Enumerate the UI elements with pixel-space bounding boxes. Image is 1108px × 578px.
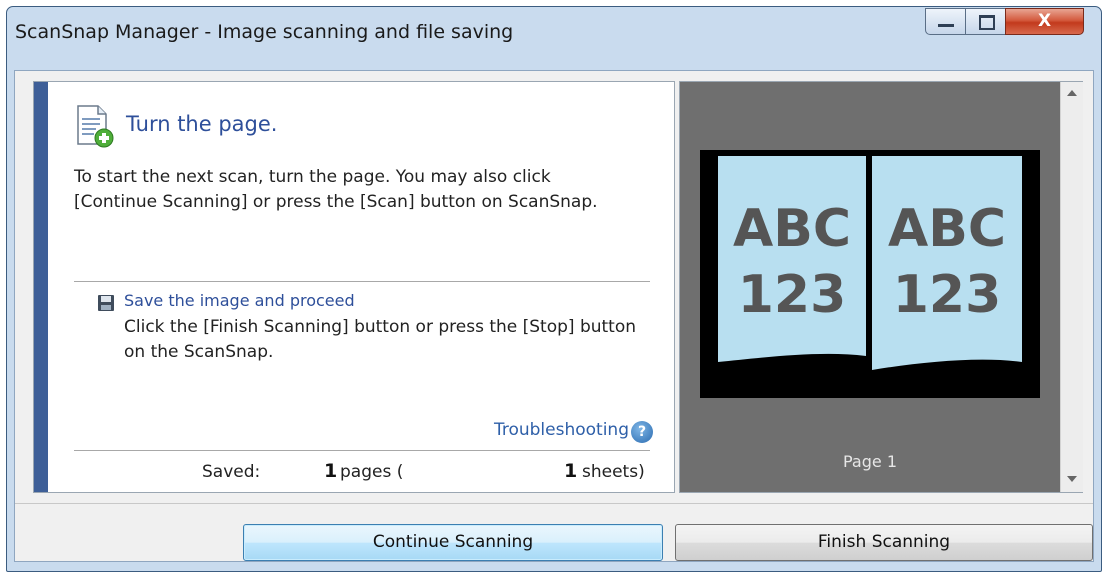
sheets-label: sheets) xyxy=(582,462,645,482)
preview-panel: ABC 123 ABC 123 Page 1 xyxy=(679,81,1083,493)
troubleshooting-link[interactable]: Troubleshooting xyxy=(454,420,629,440)
preview-scrollbar[interactable] xyxy=(1060,82,1083,492)
preview-image-area: ABC 123 ABC 123 Page 1 xyxy=(680,82,1060,492)
title-bar[interactable]: ScanSnap Manager - Image scanning and fi… xyxy=(7,7,1101,69)
window-title: ScanSnap Manager - Image scanning and fi… xyxy=(15,21,514,43)
help-icon[interactable]: ? xyxy=(631,421,653,443)
right-page-line-2: 123 xyxy=(893,265,1002,325)
saved-label: Saved: xyxy=(202,462,261,482)
floppy-disk-icon xyxy=(98,295,114,311)
save-section-title: Save the image and proceed xyxy=(124,291,355,310)
instruction-text: To start the next scan, turn the page. Y… xyxy=(74,167,598,212)
left-page-line-1: ABC xyxy=(733,199,851,259)
close-icon: X xyxy=(1037,11,1052,31)
page-number-label: Page 1 xyxy=(843,452,897,471)
maximize-icon xyxy=(979,15,995,30)
panel-accent-bar xyxy=(34,82,48,492)
dialog-body: Turn the page. To start the next scan, t… xyxy=(14,70,1094,562)
scroll-up-icon[interactable] xyxy=(1067,90,1077,96)
pages-label: pages ( xyxy=(340,462,404,482)
minimize-icon xyxy=(938,24,954,27)
divider xyxy=(74,281,650,282)
continue-scanning-button[interactable]: Continue Scanning xyxy=(243,524,663,561)
scansnap-window: ScanSnap Manager - Image scanning and fi… xyxy=(6,6,1102,572)
scroll-down-icon[interactable] xyxy=(1067,476,1077,482)
finish-scanning-button[interactable]: Finish Scanning xyxy=(675,524,1093,561)
sheets-count: 1 xyxy=(564,460,578,482)
pages-count: 1 xyxy=(324,460,338,482)
maximize-button[interactable] xyxy=(965,8,1006,35)
save-section-text: Click the [Finish Scanning] button or pr… xyxy=(124,317,637,362)
right-page-line-1: ABC xyxy=(888,199,1006,259)
instructions-panel: Turn the page. To start the next scan, t… xyxy=(33,81,675,493)
minimize-button[interactable] xyxy=(925,8,966,35)
scanned-page-preview: ABC 123 ABC 123 xyxy=(700,150,1040,398)
divider xyxy=(74,450,650,451)
left-page-line-2: 123 xyxy=(738,265,847,325)
document-add-icon xyxy=(77,105,114,148)
close-button[interactable]: X xyxy=(1005,8,1084,35)
footer-divider xyxy=(15,503,1093,504)
page-title: Turn the page. xyxy=(126,112,278,136)
